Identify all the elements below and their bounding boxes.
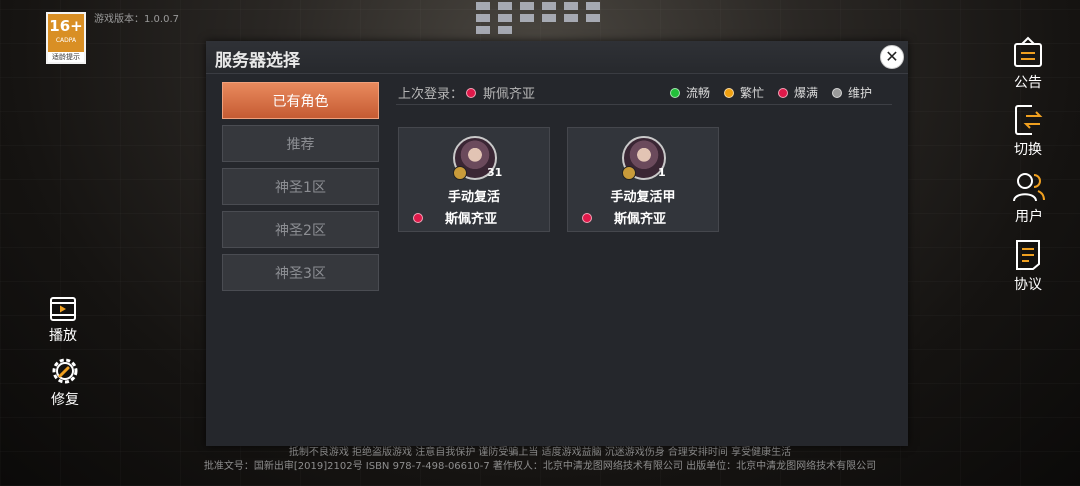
- switch-label: 切换: [1014, 142, 1042, 158]
- character-server: 斯佩齐亚: [413, 208, 497, 227]
- character-name: 手动复活: [447, 190, 500, 205]
- server-status-dot: [413, 212, 423, 223]
- agreement-icon: [1016, 240, 1040, 270]
- film-play-icon: [50, 297, 76, 321]
- character-level: 1: [658, 166, 666, 179]
- legend-item-maintenance: 维护: [831, 84, 872, 101]
- legend-dot-busy: [723, 87, 734, 98]
- publication-notice: 批准文号：国新出审[2019]2102号 ISBN 978-7-498-0661…: [203, 461, 877, 472]
- legend-dot-maintenance: [831, 87, 842, 98]
- close-icon: ✕: [885, 47, 899, 66]
- last-login-status-dot: [466, 87, 477, 98]
- play-button[interactable]: 播放: [49, 295, 77, 345]
- level-icon: [453, 166, 467, 180]
- legend-label-busy: 繁忙: [739, 86, 764, 100]
- server-name: 斯佩齐亚: [445, 212, 498, 227]
- gear-wrench-icon: [52, 358, 78, 384]
- character-card[interactable]: 1 手动复活甲 斯佩齐亚: [567, 127, 719, 232]
- user-button[interactable]: 用户: [1012, 170, 1046, 226]
- repair-label: 修复: [51, 392, 79, 408]
- user-label: 用户: [1015, 209, 1043, 225]
- character-level: 31: [487, 166, 503, 179]
- background-gate: [470, 0, 610, 34]
- switch-icon: [1015, 105, 1043, 135]
- notice-button[interactable]: 公告: [1012, 36, 1044, 92]
- legend-label-smooth: 流畅: [685, 86, 710, 100]
- character-server: 斯佩齐亚: [582, 208, 666, 227]
- user-icon: [1013, 173, 1045, 202]
- status-legend: 流畅 繁忙 爆满 维护: [669, 84, 872, 101]
- server-select-dialog: 服务器选择 ✕ 已有角色 推荐 神圣1区 神圣2区 神圣3区 上次登录： 斯佩齐…: [206, 41, 908, 446]
- legend-dot-full: [777, 87, 788, 98]
- age-rating-tip: 适龄提示: [48, 52, 84, 62]
- play-label: 播放: [49, 328, 77, 344]
- tab-existing-characters[interactable]: 已有角色: [222, 82, 379, 119]
- legend-item-busy: 繁忙: [723, 84, 764, 101]
- agreement-button[interactable]: 协议: [1012, 238, 1044, 294]
- tab-recommended[interactable]: 推荐: [222, 125, 379, 162]
- notice-label: 公告: [1014, 75, 1042, 91]
- game-version: 游戏版本：1.0.0.7: [94, 14, 179, 25]
- server-name: 斯佩齐亚: [614, 212, 667, 227]
- tab-server-zone-1[interactable]: 神圣1区: [222, 168, 379, 205]
- agreement-label: 协议: [1014, 277, 1042, 293]
- divider: [396, 104, 892, 105]
- repair-button[interactable]: 修复: [49, 355, 81, 409]
- notice-icon: [1014, 36, 1042, 67]
- age-rating-org: CADPA: [55, 37, 77, 44]
- age-rating-number: 16+: [49, 17, 83, 35]
- switch-button[interactable]: 切换: [1012, 103, 1044, 159]
- dialog-title: 服务器选择: [215, 51, 300, 71]
- legend-item-smooth: 流畅: [669, 84, 710, 101]
- legend-item-full: 爆满: [777, 84, 818, 101]
- last-login-server: 斯佩齐亚: [483, 87, 536, 102]
- legend-label-full: 爆满: [793, 86, 818, 100]
- legend-label-maintenance: 维护: [847, 86, 872, 100]
- tab-server-zone-3[interactable]: 神圣3区: [222, 254, 379, 291]
- character-card[interactable]: 31 手动复活 斯佩齐亚: [398, 127, 550, 232]
- legend-dot-smooth: [669, 87, 680, 98]
- server-status-dot: [582, 212, 592, 223]
- level-icon: [622, 166, 636, 180]
- age-rating-badge: 16+ CADPA 适龄提示: [46, 12, 86, 64]
- character-name: 手动复活甲: [610, 190, 676, 205]
- last-login-label: 上次登录：: [398, 87, 464, 102]
- last-login[interactable]: 上次登录： 斯佩齐亚: [398, 83, 535, 102]
- close-button[interactable]: ✕: [880, 45, 904, 69]
- dialog-header: 服务器选择 ✕: [206, 41, 908, 74]
- tab-server-zone-2[interactable]: 神圣2区: [222, 211, 379, 248]
